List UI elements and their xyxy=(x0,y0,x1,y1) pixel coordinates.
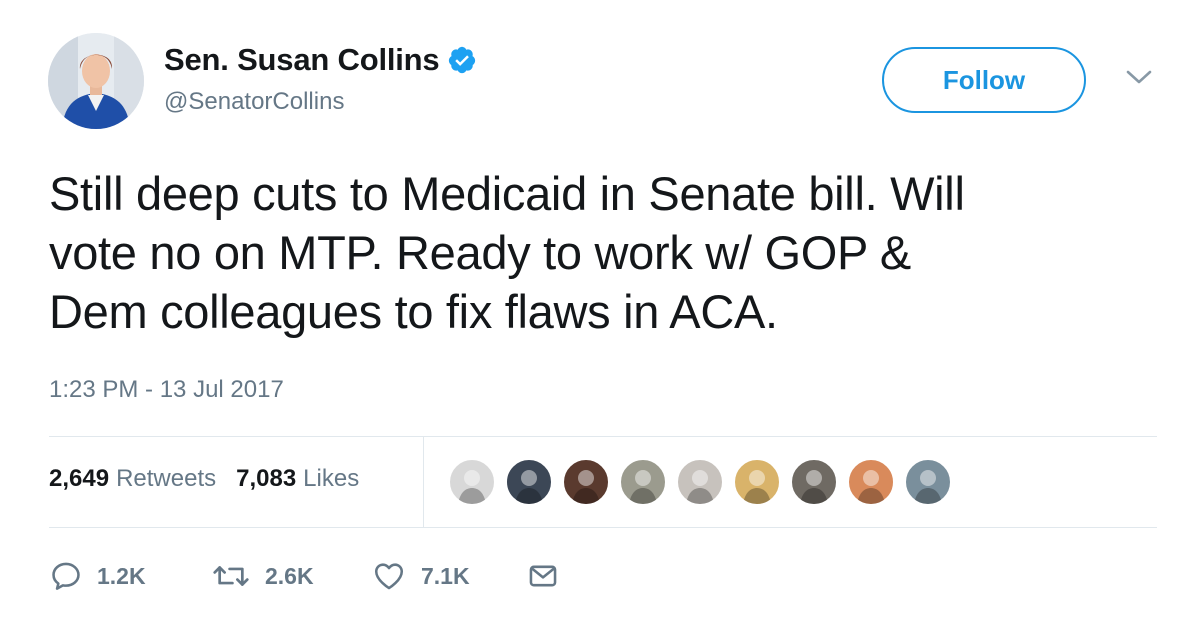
retweets-label: Retweets xyxy=(116,465,217,492)
like-button[interactable]: 7.1K xyxy=(371,556,470,596)
direct-message-button[interactable] xyxy=(525,556,561,596)
author-name-row[interactable]: Sen. Susan Collins xyxy=(164,40,477,80)
likes-stat[interactable]: 7,083 Likes xyxy=(236,465,359,493)
tweet-text-line: Still deep cuts to Medicaid in Senate bi… xyxy=(49,167,965,220)
man-avatar[interactable] xyxy=(448,458,496,506)
author-handle[interactable]: @SenatorCollins xyxy=(164,88,344,116)
likes-label: Likes xyxy=(303,465,360,492)
retweet-icon xyxy=(213,566,249,586)
retweet-count: 2.6K xyxy=(265,562,314,589)
retweets-count: 2,649 xyxy=(49,465,110,492)
tweet-stats: 2,649 Retweets 7,083 Likes xyxy=(49,465,359,493)
retweet-button[interactable]: 2.6K xyxy=(211,556,314,596)
reply-count: 1.2K xyxy=(97,562,146,589)
divider xyxy=(49,436,1157,437)
woman-avatar[interactable] xyxy=(847,458,895,506)
likes-count: 7,083 xyxy=(236,465,297,492)
retweets-stat[interactable]: 2,649 Retweets xyxy=(49,465,216,493)
stats-divider xyxy=(423,437,424,527)
author-avatar[interactable] xyxy=(48,33,144,129)
tweet-timestamp[interactable]: 1:23 PM - 13 Jul 2017 xyxy=(49,376,284,404)
chevron-down-icon[interactable] xyxy=(1124,66,1154,88)
reply-button[interactable]: 1.2K xyxy=(49,556,146,596)
verified-badge-icon xyxy=(447,45,477,75)
author-display-name[interactable]: Sen. Susan Collins xyxy=(164,42,440,78)
heart-icon xyxy=(374,563,404,590)
cat-avatar[interactable] xyxy=(790,458,838,506)
tweet-text-line: vote no on MTP. Ready to work w/ GOP & xyxy=(49,226,911,279)
like-count: 7.1K xyxy=(421,562,470,589)
tweet-text-line: Dem colleagues to fix flaws in ACA. xyxy=(49,285,778,338)
silhouette-avatar[interactable] xyxy=(505,458,553,506)
tweet-text: Still deep cuts to Medicaid in Senate bi… xyxy=(49,164,1169,341)
tweet-card: Sen. Susan Collins @SenatorCollins Follo… xyxy=(0,0,1200,619)
envelope-icon xyxy=(529,565,557,587)
man-avatar[interactable] xyxy=(619,458,667,506)
cat-avatar[interactable] xyxy=(676,458,724,506)
woman-avatar[interactable] xyxy=(562,458,610,506)
bird-avatar[interactable] xyxy=(904,458,952,506)
follow-button[interactable]: Follow xyxy=(882,47,1086,113)
woman-avatar[interactable] xyxy=(733,458,781,506)
divider xyxy=(49,527,1157,528)
reply-icon xyxy=(52,562,80,590)
